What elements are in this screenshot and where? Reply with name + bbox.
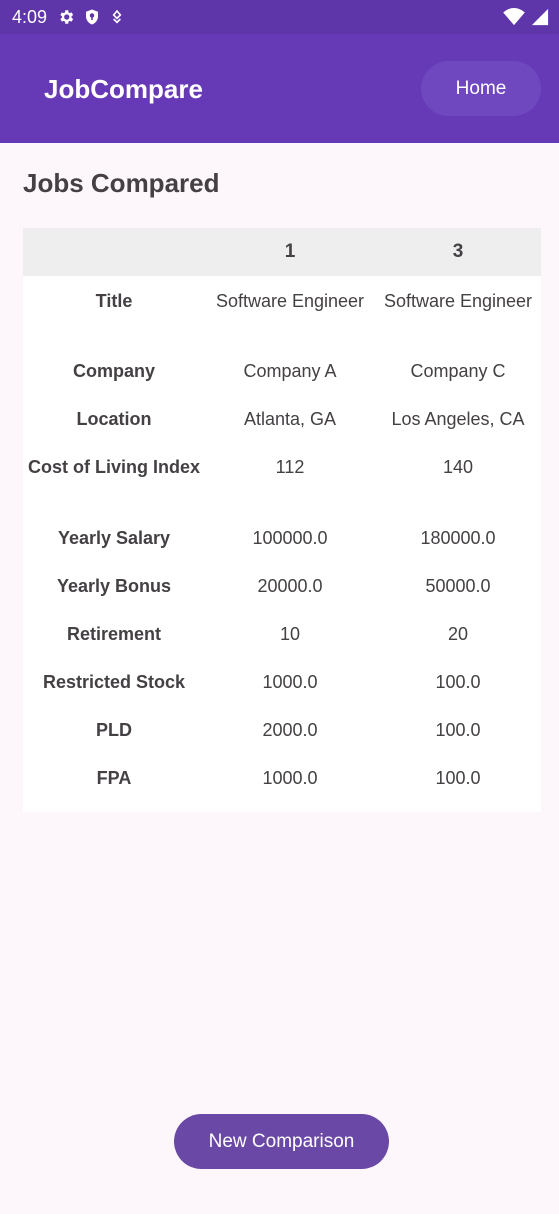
wifi-icon [503,8,525,26]
row-label: Restricted Stock [42,672,186,692]
cell-value: Software Engineer [383,291,533,311]
shield-icon [83,8,101,26]
row-label: Location [76,409,152,429]
row-label: Yearly Bonus [56,576,172,596]
cell-value: 20 [447,624,469,644]
cell-value: 100.0 [435,768,481,788]
status-time: 4:09 [12,6,48,27]
home-button[interactable]: Home [421,61,541,116]
table-row: Company Company A Company C [23,360,541,395]
table-row: FPA 1000.0 100.0 [23,767,541,812]
cell-value: Atlanta, GA [243,409,337,429]
table-row: Title Software Engineer Software Enginee… [23,290,541,346]
signal-icon [531,8,549,26]
cell-value: 10 [279,624,301,644]
gear-icon [57,8,75,26]
page-title: Jobs Compared [23,168,220,198]
header-cell-job-1: 1 [284,241,296,262]
comparison-table: 1 3 Title Software Engineer Software Eng… [23,228,541,812]
row-label: FPA [96,768,132,788]
table-row: Location Atlanta, GA Los Angeles, CA [23,408,541,443]
cell-value: 20000.0 [257,576,323,596]
cell-value: 112 [275,457,305,477]
table-row: Yearly Bonus 20000.0 50000.0 [23,575,541,610]
cell-value: 100.0 [435,720,481,740]
table-row: PLD 2000.0 100.0 [23,719,541,754]
row-label: Cost of Living Index [27,457,200,477]
cell-value: 180000.0 [420,528,496,548]
cell-value: Company A [243,361,337,381]
new-comparison-button[interactable]: New Comparison [174,1114,389,1169]
row-label: Retirement [66,624,162,644]
table-row: Yearly Salary 100000.0 180000.0 [23,527,541,562]
table-row: Restricted Stock 1000.0 100.0 [23,671,541,706]
cell-value: 1000.0 [262,672,318,692]
row-label: Yearly Salary [57,528,171,548]
table-header: 1 3 [23,228,541,276]
location-icon [109,9,125,25]
row-label: Title [95,291,133,311]
cell-value: 100000.0 [252,528,328,548]
header-cell-job-3: 3 [452,241,464,262]
cell-value: Software Engineer [215,291,365,311]
table-row: Cost of Living Index 112 140 [23,456,541,514]
cell-value: Los Angeles, CA [391,409,525,429]
row-label: Company [72,361,155,381]
cell-value: 100.0 [435,672,481,692]
status-bar: 4:09 [0,0,559,34]
cell-value: 140 [442,457,474,477]
cell-value: 2000.0 [262,720,318,740]
row-label: PLD [96,720,132,740]
app-bar: JobCompare Home [0,34,559,143]
cell-value: Company C [410,361,506,381]
app-title: JobCompare [44,74,203,104]
table-row: Retirement 10 20 [23,623,541,658]
cell-value: 50000.0 [425,576,491,596]
cell-value: 1000.0 [262,768,318,788]
